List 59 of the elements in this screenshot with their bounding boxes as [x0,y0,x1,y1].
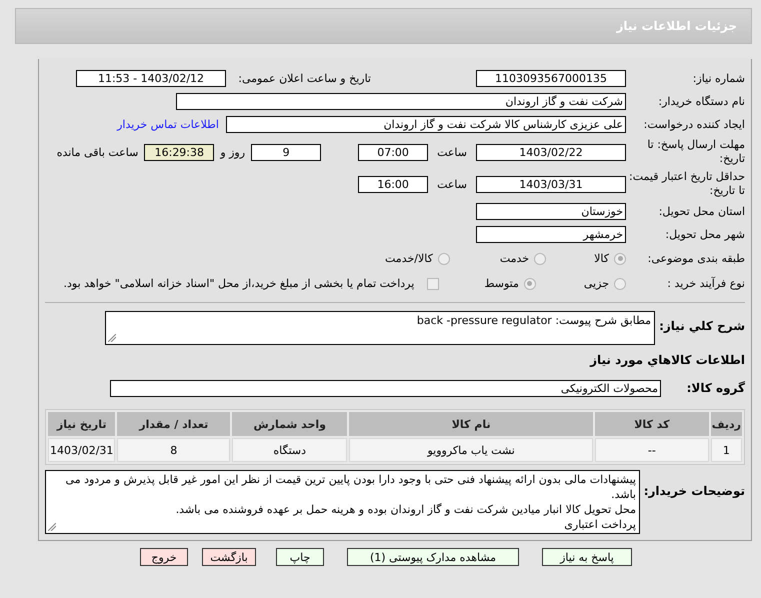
column-header: نام کالا [349,412,593,436]
field-label: توضیحات خریدار: [642,483,745,498]
city-field: خرمشهر [476,226,626,243]
field-label: ایجاد کننده درخواست: [642,118,745,132]
buyer-notes-field: پیشنهادات مالی بدون ارائه پیشنهاد فنی حتی با وجود دارا بودن پایین ترین قیمت از نظر این امور غیر قابل پذیرش و مردود می باشد. محل تحویل کالا انبار میادین شرکت نفت و گاز اروندان بوده و هرینه حمل بر عهده فروشنده می باشد. پرداخت اعتباری [45,470,640,534]
table-cell: 1403/02/31 [48,438,116,462]
table-cell: دستگاه [232,438,348,462]
field-label: شهر محل تحویل: [664,228,745,242]
table-cell: 1 [710,438,742,462]
field-label: نام دستگاه خریدار: [657,94,745,108]
field-label: گروه کالا: [686,381,745,395]
column-header: ردیف [710,412,742,436]
time-label: ساعت [437,178,467,190]
time-label: ساعت [437,146,467,158]
date-field: 1403/03/31 [476,176,626,192]
category-radio[interactable]: کالا [594,252,626,265]
treasury-checkbox[interactable]: پرداخت تمام یا بخشی از مبلغ خرید،از محل "اسناد خزانه اسلامی" خواهد بود. [64,277,440,290]
resize-grip-icon [108,334,116,342]
action-button[interactable]: پاسخ به نیاز [542,548,632,566]
table-cell: -- [594,438,709,462]
resize-grip-icon [48,523,56,531]
table-cell: 8 [117,438,230,462]
exit-button[interactable]: بازگشت [202,548,256,566]
exit-button[interactable]: خروج [140,548,188,566]
announce-date-field: 1403/02/12 - 11:53 [76,70,226,87]
process-radio[interactable]: جزیی [584,277,626,290]
goods-group-field: محصولات الکترونیکی [110,380,661,396]
time-field: 07:00 [358,144,428,160]
action-button[interactable]: چاپ [276,548,324,566]
remaining-time-field: 16:29:38 [144,144,214,160]
column-header: تعداد / مقدار [117,412,230,436]
column-header: تاریخ نیاز [48,412,116,436]
field-label: طبقه بندی موضوعی: [646,252,745,266]
field-label: استان محل تحویل: [658,204,745,218]
requester-field: علی عزیزی کارشناس کالا شرکت نفت و گاز اروندان [226,116,626,133]
field-label: شرح کلي نياز: [658,318,745,333]
field-label: نوع فرآیند خرید : [666,276,745,290]
field-label: تاریخ و ساعت اعلان عمومی: [237,72,372,86]
date-field: 1403/02/22 [476,144,626,160]
category-radio[interactable]: کالا/خدمت [385,252,450,265]
column-header: کد کالا [594,412,709,436]
province-field: خوزستان [476,203,626,220]
process-radio[interactable]: متوسط [484,277,536,290]
request-number-field: 1103093567000135 [476,70,626,87]
action-button[interactable]: مشاهده مدارک پیوستی (1) [347,548,519,566]
remaining-label: ساعت باقی مانده [56,146,138,158]
buyer-contact-link[interactable]: اطلاعات تماس خریدار [117,118,219,131]
field-label: شماره نیاز: [692,72,745,86]
days-field: 9 [251,144,322,160]
column-header: واحد شمارش [232,412,348,436]
days-label: روز و [220,146,246,158]
buyer-org-field: شرکت نفت و گاز اروندان [176,93,626,110]
section-heading: اطلاعات کالاهاي مورد نياز [588,353,745,367]
category-radio[interactable]: خدمت [500,252,546,265]
field-label: مهلت ارسال پاسخ: تا تاریخ: [646,138,745,166]
time-field: 16:00 [358,176,428,192]
table-cell: نشت یاب ماکروویو [349,438,593,462]
field-label: حداقل تاریخ اعتبار قیمت: تا تاریخ: [628,170,745,198]
description-field: مطابق شرح پیوست: back -pressure regulator [105,311,655,345]
